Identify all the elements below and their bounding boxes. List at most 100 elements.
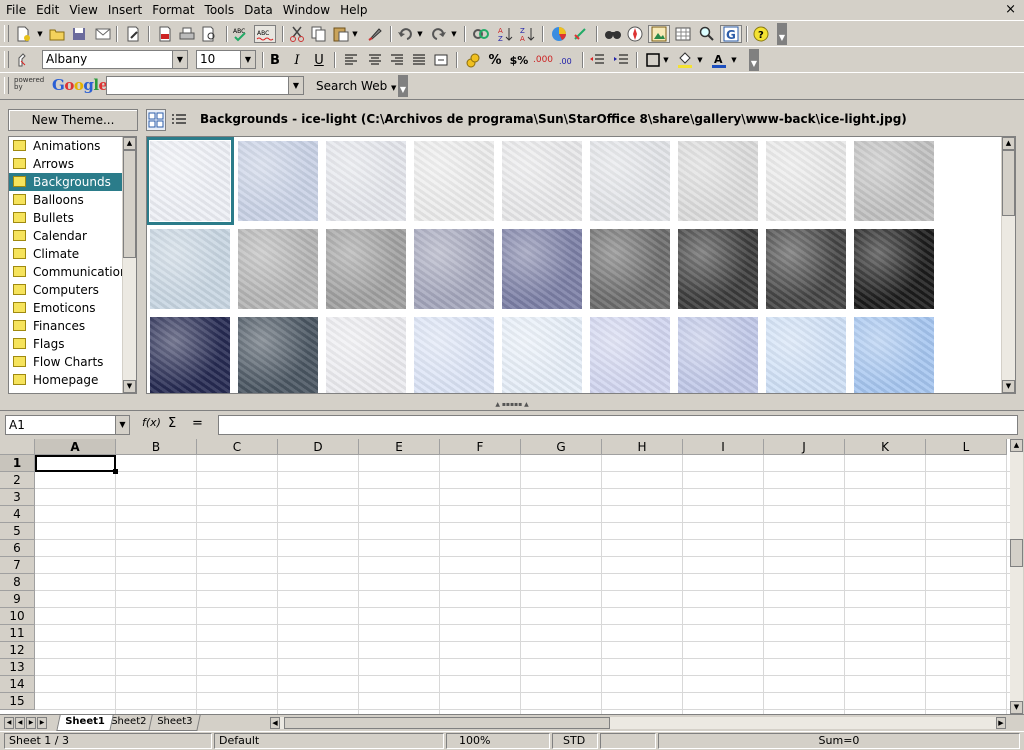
- menu-edit[interactable]: Edit: [31, 0, 64, 20]
- theme-item[interactable]: Arrows: [9, 155, 136, 173]
- status-zoom[interactable]: 100%: [446, 733, 550, 749]
- row-header[interactable]: 15: [0, 693, 35, 710]
- gallery-thumbnail[interactable]: [414, 317, 494, 393]
- column-header[interactable]: G: [521, 439, 602, 455]
- row-header[interactable]: 7: [0, 557, 35, 574]
- row-header[interactable]: 8: [0, 574, 35, 591]
- menu-file[interactable]: File: [0, 0, 31, 20]
- format-paintbrush-icon[interactable]: [366, 25, 384, 43]
- gallery-thumbnail[interactable]: [326, 229, 406, 309]
- gallery-thumbnail[interactable]: [238, 141, 318, 221]
- help-icon[interactable]: ?: [752, 25, 770, 43]
- gallery-thumbnail[interactable]: [414, 229, 494, 309]
- increase-indent-icon[interactable]: [612, 51, 630, 69]
- theme-item[interactable]: Calendar: [9, 227, 136, 245]
- gallery-thumbnail[interactable]: [147, 137, 234, 225]
- scroll-up-icon[interactable]: ▲: [123, 137, 136, 150]
- redo-icon[interactable]: [430, 25, 448, 43]
- function-button[interactable]: =: [192, 416, 203, 431]
- gallery-thumbnail[interactable]: [238, 229, 318, 309]
- menu-view[interactable]: View: [64, 0, 102, 20]
- gallery-thumbnail[interactable]: [150, 229, 230, 309]
- last-sheet-icon[interactable]: ▶: [37, 717, 47, 729]
- scroll-down-icon[interactable]: ▼: [1010, 701, 1023, 714]
- scroll-left-icon[interactable]: ◀: [270, 717, 280, 729]
- scroll-up-icon[interactable]: ▲: [1010, 439, 1023, 452]
- email-icon[interactable]: [94, 25, 112, 43]
- menu-tools[interactable]: Tools: [200, 0, 240, 20]
- row-header[interactable]: 4: [0, 506, 35, 523]
- styles-formatting-icon[interactable]: [14, 51, 32, 69]
- gallery-thumbnail[interactable]: [854, 229, 934, 309]
- sum-button[interactable]: Σ: [168, 416, 176, 431]
- gallery-thumbnail[interactable]: [590, 141, 670, 221]
- sort-ascending-icon[interactable]: AZ: [496, 25, 514, 43]
- theme-item[interactable]: Flow Charts: [9, 353, 136, 371]
- active-cell-cursor[interactable]: [35, 455, 118, 474]
- column-header[interactable]: L: [926, 439, 1007, 455]
- gallery-thumbnail[interactable]: [766, 141, 846, 221]
- menu-data[interactable]: Data: [239, 0, 278, 20]
- scroll-up-icon[interactable]: ▲: [1002, 137, 1015, 150]
- hyperlink-icon[interactable]: [472, 25, 490, 43]
- new-dropdown-icon[interactable]: ▼: [36, 25, 44, 43]
- theme-item[interactable]: Communication: [9, 263, 136, 281]
- scroll-thumb[interactable]: [1002, 150, 1015, 216]
- menu-format[interactable]: Format: [147, 0, 199, 20]
- row-header[interactable]: 11: [0, 625, 35, 642]
- detailed-view-icon[interactable]: [169, 109, 189, 131]
- row-header[interactable]: 13: [0, 659, 35, 676]
- name-box[interactable]: A1 ▼: [5, 415, 130, 435]
- background-color-dropdown-icon[interactable]: ▼: [696, 51, 704, 69]
- theme-item[interactable]: Flags: [9, 335, 136, 353]
- gallery-thumbnail[interactable]: [678, 229, 758, 309]
- merge-cells-icon[interactable]: [432, 51, 450, 69]
- gallery-thumbnail[interactable]: [326, 141, 406, 221]
- font-name-combo[interactable]: Albany ▼: [42, 50, 188, 69]
- scroll-thumb[interactable]: [123, 150, 136, 258]
- row-header[interactable]: 3: [0, 489, 35, 506]
- column-header[interactable]: C: [197, 439, 278, 455]
- align-left-icon[interactable]: [342, 51, 360, 69]
- gallery-thumbnail[interactable]: [590, 229, 670, 309]
- scroll-down-icon[interactable]: ▼: [123, 380, 136, 393]
- column-header[interactable]: D: [278, 439, 359, 455]
- column-header[interactable]: J: [764, 439, 845, 455]
- font-color-icon[interactable]: A: [710, 51, 728, 69]
- theme-item[interactable]: Emoticons: [9, 299, 136, 317]
- select-all-corner[interactable]: [0, 439, 35, 455]
- theme-list-scrollbar[interactable]: ▲ ▼: [122, 137, 136, 393]
- first-sheet-icon[interactable]: ◀: [4, 717, 14, 729]
- page-preview-icon[interactable]: [200, 25, 218, 43]
- toolbar-overflow-button[interactable]: ▼: [749, 49, 759, 71]
- underline-button[interactable]: U: [310, 51, 328, 69]
- new-icon[interactable]: [14, 25, 32, 43]
- gallery-thumbnail[interactable]: [854, 317, 934, 393]
- gallery-thumbnail[interactable]: [590, 317, 670, 393]
- theme-item[interactable]: Computers: [9, 281, 136, 299]
- print-icon[interactable]: [178, 25, 196, 43]
- paste-icon[interactable]: [332, 25, 350, 43]
- cut-icon[interactable]: [288, 25, 306, 43]
- chevron-down-icon[interactable]: ▼: [240, 51, 255, 68]
- delete-decimal-icon[interactable]: .00: [558, 51, 576, 69]
- status-selection-mode[interactable]: STD: [552, 733, 598, 749]
- undo-icon[interactable]: [396, 25, 414, 43]
- row-header[interactable]: 14: [0, 676, 35, 693]
- gallery-thumbnail[interactable]: [150, 317, 230, 393]
- close-document-button[interactable]: ×: [1005, 2, 1016, 17]
- theme-item[interactable]: Backgrounds: [9, 173, 122, 191]
- gallery-thumbnail[interactable]: [766, 317, 846, 393]
- find-replace-icon[interactable]: [604, 25, 622, 43]
- gallery-thumbnail[interactable]: [326, 317, 406, 393]
- previous-sheet-icon[interactable]: ◀: [15, 717, 25, 729]
- theme-item[interactable]: Bullets: [9, 209, 136, 227]
- borders-icon[interactable]: [644, 51, 662, 69]
- chevron-down-icon[interactable]: ▼: [115, 416, 129, 434]
- search-web-button[interactable]: Search Web ▼: [316, 79, 396, 93]
- next-sheet-icon[interactable]: ▶: [26, 717, 36, 729]
- scroll-thumb[interactable]: [1010, 539, 1023, 567]
- theme-item[interactable]: Climate: [9, 245, 136, 263]
- toolbar-grip[interactable]: [4, 25, 9, 42]
- column-header[interactable]: E: [359, 439, 440, 455]
